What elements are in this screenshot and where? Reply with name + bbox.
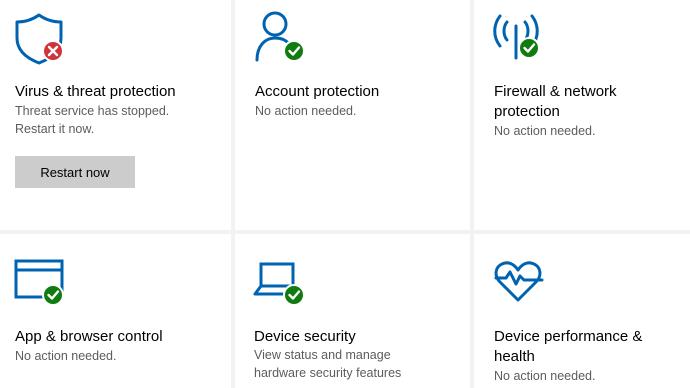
tile-virus-threat-protection[interactable]: Virus & threat protection Threat service…	[0, 0, 231, 230]
tile-description: No action needed.	[494, 124, 596, 138]
tile-firewall-network-protection[interactable]: Firewall & network protection No action …	[474, 0, 690, 230]
error-x-badge-icon	[42, 40, 64, 62]
restart-now-button[interactable]: Restart now	[15, 156, 135, 188]
checkmark-badge-icon	[518, 37, 540, 59]
laptop-icon	[253, 262, 305, 306]
tile-title: Virus & threat protection	[15, 83, 176, 100]
tile-device-performance-health[interactable]: Device performance & health No action ne…	[474, 234, 690, 388]
tile-description: No action needed.	[15, 349, 117, 363]
tile-device-security[interactable]: Device security View status and manage h…	[235, 234, 470, 388]
person-icon	[255, 11, 305, 62]
tile-app-browser-control[interactable]: App & browser control No action needed.	[0, 234, 231, 388]
tile-description: View status and manage hardware security…	[254, 348, 402, 380]
shield-icon	[15, 13, 64, 65]
checkmark-badge-icon	[283, 284, 305, 306]
tile-account-protection[interactable]: Account protection No action needed.	[235, 0, 470, 230]
heart-pulse-icon	[494, 261, 544, 302]
tile-description: No action needed.	[255, 104, 357, 118]
antenna-icon	[493, 14, 540, 60]
tile-title: Device performance & health	[494, 328, 643, 365]
tile-description: No action needed.	[494, 369, 596, 383]
tile-description: Threat service has stopped. Restart it n…	[15, 104, 170, 136]
tile-title: App & browser control	[15, 328, 163, 345]
checkmark-badge-icon	[42, 284, 64, 306]
tile-title: Account protection	[255, 83, 380, 100]
checkmark-badge-icon	[283, 40, 305, 62]
tile-title: Device security	[254, 328, 356, 345]
browser-window-icon	[14, 259, 64, 306]
tile-title: Firewall & network protection	[494, 83, 617, 120]
